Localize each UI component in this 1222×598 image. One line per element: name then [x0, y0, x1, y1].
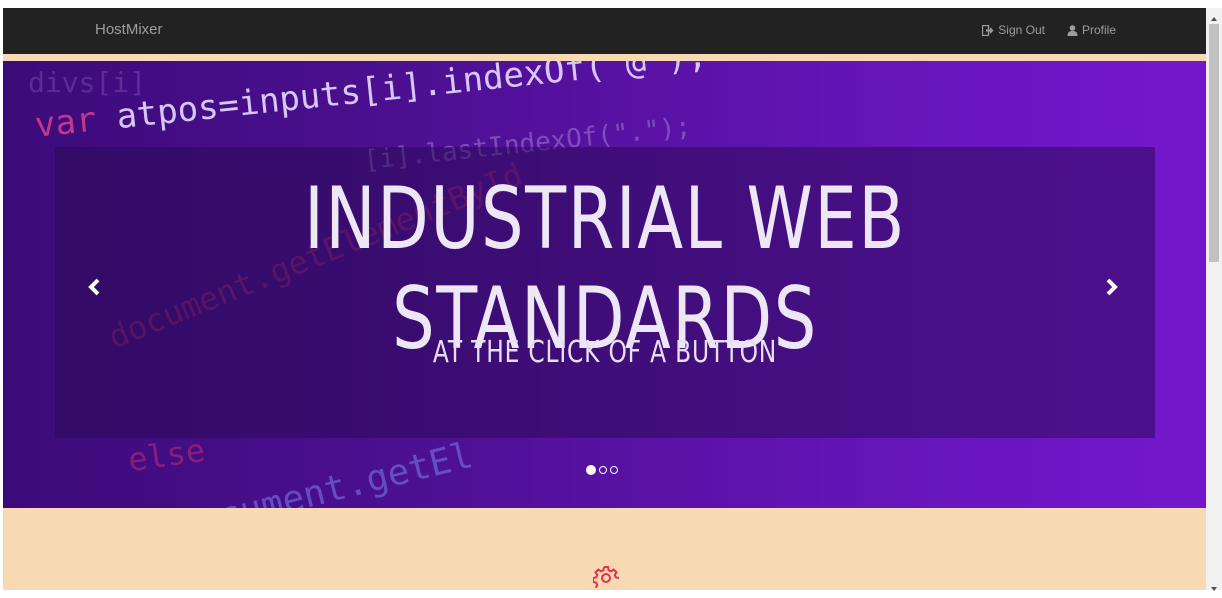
features-section	[3, 508, 1206, 590]
navbar: HostMixer Sign Out Profile	[3, 8, 1206, 54]
code-keyword: var	[33, 99, 99, 146]
carousel-indicators	[586, 465, 618, 475]
sign-out-label: Sign Out	[998, 23, 1045, 37]
browser-viewport: HostMixer Sign Out Profile var atpos=inp…	[3, 8, 1206, 590]
code-line-6: divs[i]	[28, 66, 147, 99]
carousel-indicator-3[interactable]	[610, 466, 618, 474]
code-line-5: document.getEl	[172, 434, 477, 508]
carousel-indicator-1[interactable]	[586, 465, 596, 475]
carousel-caption: INDUSTRIAL WEB STANDARDS AT THE CLICK OF…	[55, 147, 1155, 438]
vertical-scrollbar[interactable]	[1206, 8, 1222, 591]
chevron-right-icon	[1105, 278, 1119, 301]
carousel-subline: AT THE CLICK OF A BUTTON	[432, 335, 778, 370]
user-icon	[1067, 24, 1078, 36]
sign-out-icon	[982, 24, 994, 36]
navbar-right: Sign Out Profile	[982, 23, 1116, 37]
profile-label: Profile	[1081, 23, 1116, 37]
carousel-next-button[interactable]	[1099, 275, 1125, 303]
brand-logo[interactable]: HostMixer	[95, 21, 163, 38]
navbar-accent-stripe	[3, 54, 1206, 61]
scroll-down-arrow-icon[interactable]	[1210, 580, 1218, 591]
chevron-left-icon	[87, 278, 101, 301]
hero-carousel: var atpos=inputs[i].indexOf("@"); [i].la…	[3, 61, 1206, 508]
sign-out-link[interactable]: Sign Out	[982, 23, 1045, 37]
scrollbar-thumb[interactable]	[1209, 24, 1219, 262]
carousel-prev-button[interactable]	[81, 275, 107, 303]
gear-icon	[592, 565, 620, 590]
code-line-4: else	[125, 430, 208, 480]
carousel-indicator-2[interactable]	[599, 466, 607, 474]
scroll-up-arrow-icon[interactable]	[1210, 10, 1218, 21]
profile-link[interactable]: Profile	[1067, 23, 1116, 37]
